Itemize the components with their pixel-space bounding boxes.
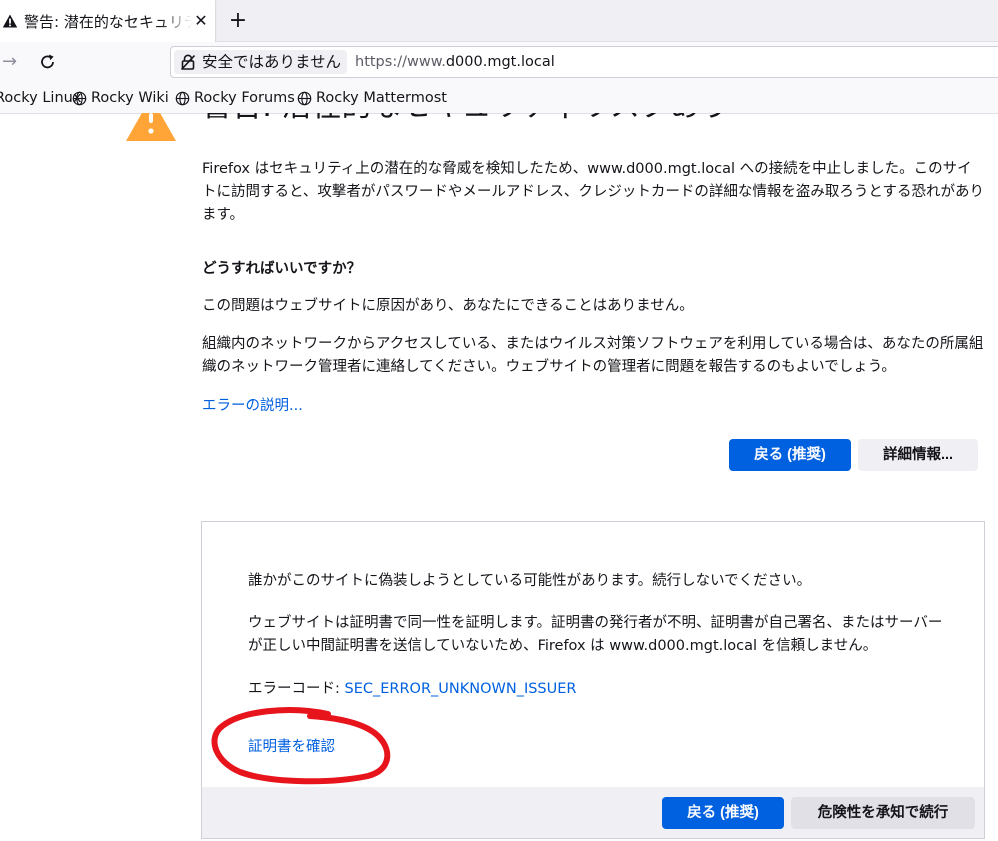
error-intro: Firefox はセキュリティ上の潜在的な脅威を検知したため、www.d000.… bbox=[202, 161, 984, 223]
page-title: 警告: 潜在的なセキュリティリスクあり bbox=[202, 113, 782, 125]
error-code-label: エラーコード: bbox=[248, 681, 345, 697]
bookmark-label: Rocky Forums bbox=[194, 90, 295, 106]
forward-icon[interactable]: → bbox=[2, 50, 22, 74]
url-bar[interactable]: 安全ではありません https://www.d000.mgt.local bbox=[170, 46, 998, 78]
tab-active[interactable]: 警告: 潜在的なセキュリティリスクあり ✕ bbox=[0, 0, 215, 42]
learn-more-link[interactable]: エラーの説明... bbox=[202, 395, 303, 417]
warning-triangle-icon bbox=[126, 113, 176, 141]
site-identity-button[interactable]: 安全ではありません bbox=[174, 50, 347, 74]
url-host: d000.mgt.local bbox=[445, 54, 555, 70]
reload-icon[interactable] bbox=[38, 50, 58, 74]
bookmark-label: Rocky Mattermost bbox=[316, 90, 447, 106]
what-to-do-heading: どうすればいいですか？ bbox=[202, 261, 362, 277]
what-to-do-text-2: 組織内のネットワークからアクセスしている、またはウイルス対策ソフトウェアを利用し… bbox=[202, 336, 984, 375]
go-back-button-advanced[interactable]: 戻る (推奨) bbox=[662, 797, 784, 829]
globe-icon bbox=[72, 91, 87, 106]
accept-risk-button[interactable]: 危険性を承知で続行 bbox=[791, 797, 975, 829]
bookmark-label: Rocky Wiki bbox=[91, 90, 169, 106]
page-title-text: 警告: 潜在的なセキュリティリスクあり bbox=[202, 113, 730, 125]
advanced-warning-text: 誰かがこのサイトに偽装しようとしている可能性があります。続行しないでください。 bbox=[248, 573, 812, 589]
bookmarks-toolbar: Rocky Linux Rocky Wiki Rocky Forums Rock… bbox=[0, 82, 998, 114]
tab-title-fade bbox=[160, 6, 192, 36]
what-to-do-text-1: この問題はウェブサイトに原因があり、あなたにできることはありません。 bbox=[202, 298, 694, 314]
tab-strip: 警告: 潜在的なセキュリティリスクあり ✕ + bbox=[0, 0, 998, 42]
advanced-button[interactable]: 詳細情報... bbox=[858, 439, 978, 471]
new-tab-button[interactable]: + bbox=[228, 6, 248, 36]
identity-label: 安全ではありません bbox=[202, 53, 342, 71]
warning-triangle-icon bbox=[2, 14, 18, 28]
insecure-lock-icon bbox=[181, 54, 195, 70]
globe-icon bbox=[175, 91, 190, 106]
close-icon[interactable]: ✕ bbox=[193, 11, 209, 31]
globe-icon bbox=[297, 91, 312, 106]
url-text[interactable]: https://www.d000.mgt.local bbox=[355, 53, 555, 71]
advanced-button-bar: 戻る (推奨) 危険性を承知で続行 bbox=[202, 787, 984, 838]
view-certificate-link[interactable]: 証明書を確認 bbox=[248, 736, 335, 758]
url-prefix: https://www. bbox=[355, 54, 446, 70]
certificate-explanation: ウェブサイトは証明書で同一性を証明します。証明書の発行者が不明、証明書が自己署名… bbox=[248, 615, 943, 654]
error-code-link[interactable]: SEC_ERROR_UNKNOWN_ISSUER bbox=[345, 681, 577, 697]
bookmark-label: Rocky Linux bbox=[0, 90, 82, 106]
advanced-panel: 誰かがこのサイトに偽装しようとしている可能性があります。続行しないでください。 … bbox=[201, 521, 985, 839]
go-back-button[interactable]: 戻る (推奨) bbox=[729, 439, 851, 471]
navigation-toolbar: → 安全ではありません https://www.d000.mgt.local bbox=[0, 42, 998, 82]
error-code-line: エラーコード: SEC_ERROR_UNKNOWN_ISSUER bbox=[248, 678, 577, 701]
